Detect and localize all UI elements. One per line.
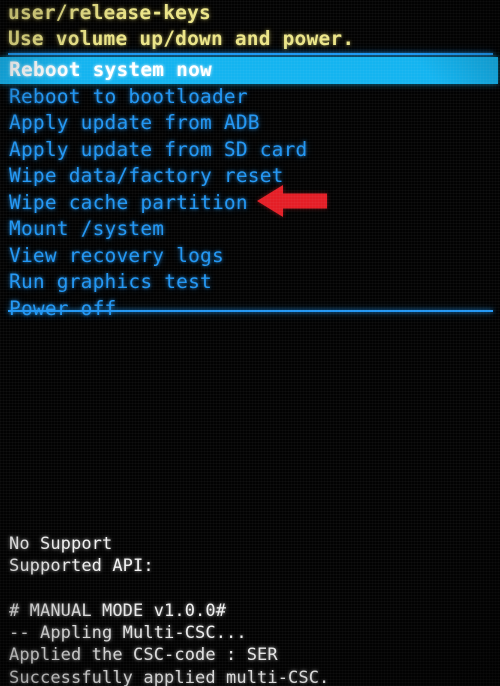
menu-item-wipe-cache-partition[interactable]: Wipe cache partition (0, 190, 500, 217)
menu-item-run-graphics-test[interactable]: Run graphics test (0, 269, 500, 296)
log-line-spacer (9, 578, 329, 600)
log-line: No Support (9, 534, 113, 554)
menu-item-view-recovery-logs[interactable]: View recovery logs (0, 243, 500, 270)
log-line: # MANUAL MODE v1.0.0# (9, 600, 227, 621)
recovery-menu-list[interactable]: Reboot system now Reboot to bootloader App… (0, 57, 500, 322)
recovery-header: user/release-keys Use volume up/down and… (8, 0, 354, 52)
menu-item-power-off[interactable]: Power off (0, 296, 500, 323)
build-fingerprint-line: user/release-keys (8, 1, 211, 24)
menu-item-reboot-to-bootloader[interactable]: Reboot to bootloader (0, 84, 500, 111)
log-line: Supported API: (9, 556, 154, 577)
navigation-instruction-line: Use volume up/down and power. (8, 27, 355, 50)
recovery-screen: user/release-keys Use volume up/down and… (0, 0, 500, 686)
menu-item-apply-update-from-adb[interactable]: Apply update from ADB (0, 110, 500, 137)
menu-item-mount-system[interactable]: Mount /system (0, 216, 500, 243)
menu-item-apply-update-from-sd-card[interactable]: Apply update from SD card (0, 137, 500, 164)
log-line: Applied the CSC-code : SER (9, 645, 278, 666)
red-left-arrow-icon (257, 185, 327, 217)
menu-item-wipe-data-factory-reset[interactable]: Wipe data/factory reset (0, 163, 500, 190)
log-line: -- Appling Multi-CSC... (9, 623, 247, 644)
menu-top-divider (8, 53, 493, 55)
log-line: Successfully applied multi-CSC. (9, 667, 330, 686)
recovery-log-output: No Support Supported API: # MANUAL MODE v1… (9, 533, 329, 686)
menu-item-reboot-system-now[interactable]: Reboot system now (0, 57, 498, 84)
